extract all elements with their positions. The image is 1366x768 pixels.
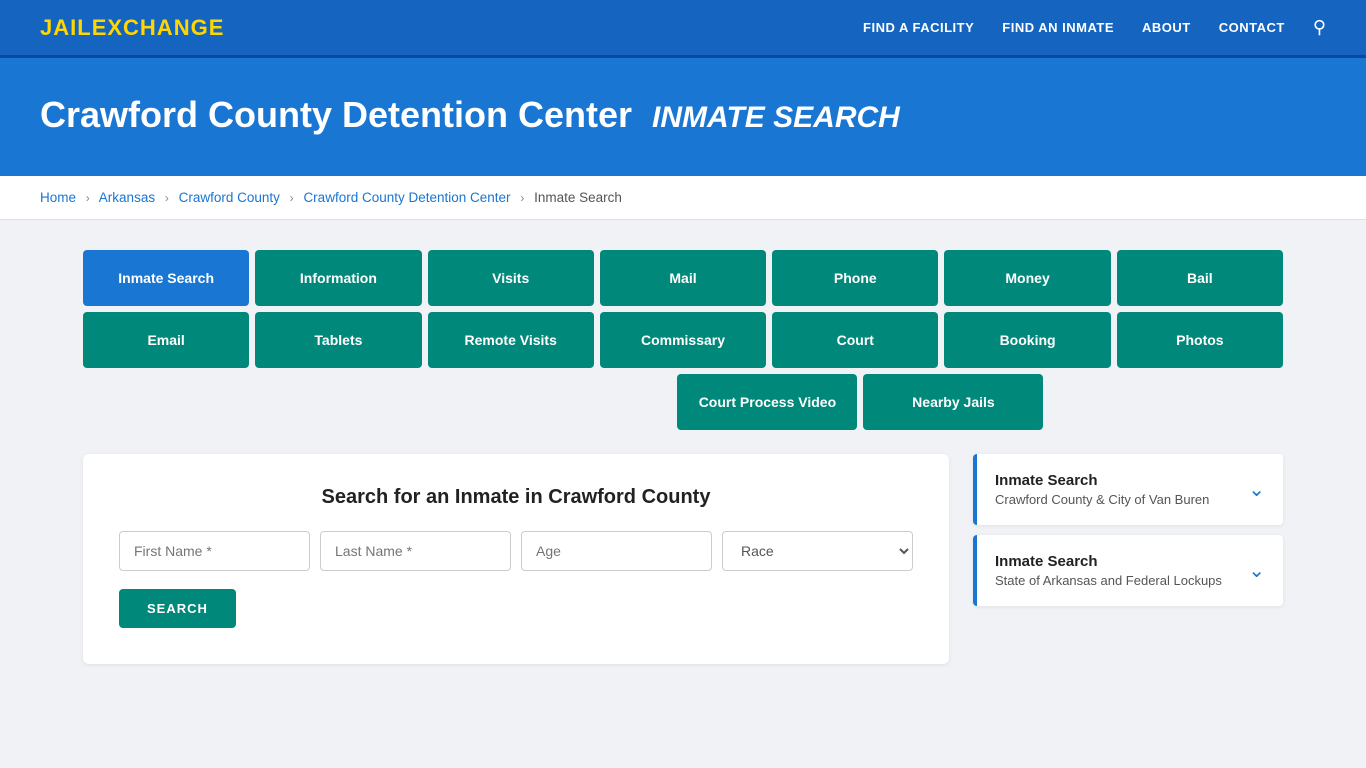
- logo-exchange: EXCHANGE: [92, 15, 225, 40]
- search-button[interactable]: SEARCH: [119, 589, 236, 628]
- chevron-down-icon-1: ⌄: [1248, 477, 1265, 502]
- breadcrumb-arkansas[interactable]: Arkansas: [99, 190, 155, 205]
- btn-court[interactable]: Court: [772, 312, 938, 368]
- sidebar-card-2-title: Inmate Search: [995, 553, 1222, 570]
- sidebar-card-2-header[interactable]: Inmate Search State of Arkansas and Fede…: [977, 535, 1283, 606]
- btn-inmate-search[interactable]: Inmate Search: [83, 250, 249, 306]
- btn-bail[interactable]: Bail: [1117, 250, 1283, 306]
- btn-money[interactable]: Money: [944, 250, 1110, 306]
- sidebar-card-1-text: Inmate Search Crawford County & City of …: [995, 472, 1209, 507]
- nav-buttons-row1: Inmate Search Information Visits Mail Ph…: [83, 250, 1283, 306]
- hero-section: Crawford County Detention Center INMATE …: [0, 58, 1366, 176]
- breadcrumb-home[interactable]: Home: [40, 190, 76, 205]
- nav-find-facility[interactable]: FIND A FACILITY: [863, 20, 974, 35]
- btn-booking[interactable]: Booking: [944, 312, 1110, 368]
- search-icon[interactable]: ⚲: [1313, 17, 1326, 38]
- content-row: Search for an Inmate in Crawford County …: [83, 454, 1283, 664]
- btn-visits[interactable]: Visits: [428, 250, 594, 306]
- nav-find-inmate[interactable]: FIND AN INMATE: [1002, 20, 1114, 35]
- btn-email[interactable]: Email: [83, 312, 249, 368]
- race-select[interactable]: Race: [722, 531, 913, 571]
- logo-jail: JAIL: [40, 15, 92, 40]
- breadcrumb-detention-center[interactable]: Crawford County Detention Center: [303, 190, 510, 205]
- left-column: Search for an Inmate in Crawford County …: [83, 454, 949, 664]
- nav-about[interactable]: ABOUT: [1142, 20, 1191, 35]
- btn-commissary[interactable]: Commissary: [600, 312, 766, 368]
- search-box: Search for an Inmate in Crawford County …: [83, 454, 949, 664]
- btn-tablets[interactable]: Tablets: [255, 312, 421, 368]
- age-input[interactable]: [521, 531, 712, 571]
- btn-remote-visits[interactable]: Remote Visits: [428, 312, 594, 368]
- breadcrumb: Home › Arkansas › Crawford County › Craw…: [0, 176, 1366, 220]
- sidebar-card-1-header[interactable]: Inmate Search Crawford County & City of …: [977, 454, 1283, 525]
- sidebar-card-2-subtitle: State of Arkansas and Federal Lockups: [995, 573, 1222, 588]
- breadcrumb-sep-2: ›: [165, 191, 169, 205]
- chevron-down-icon-2: ⌄: [1248, 558, 1265, 583]
- breadcrumb-current: Inmate Search: [534, 190, 622, 205]
- btn-information[interactable]: Information: [255, 250, 421, 306]
- btn-court-process-video[interactable]: Court Process Video: [677, 374, 857, 430]
- sidebar-card-1-title: Inmate Search: [995, 472, 1209, 489]
- navbar: JAILEXCHANGE FIND A FACILITY FIND AN INM…: [0, 0, 1366, 58]
- sidebar-card-1: Inmate Search Crawford County & City of …: [973, 454, 1283, 525]
- nav-buttons-row3: Court Process Video Nearby Jails: [83, 374, 1283, 430]
- right-column: Inmate Search Crawford County & City of …: [973, 454, 1283, 616]
- sidebar-card-2: Inmate Search State of Arkansas and Fede…: [973, 535, 1283, 606]
- sidebar-card-1-subtitle: Crawford County & City of Van Buren: [995, 492, 1209, 507]
- site-logo[interactable]: JAILEXCHANGE: [40, 15, 224, 41]
- main-wrapper: Inmate Search Information Visits Mail Ph…: [43, 220, 1323, 694]
- nav-buttons-row2: Email Tablets Remote Visits Commissary C…: [83, 312, 1283, 368]
- btn-nearby-jails[interactable]: Nearby Jails: [863, 374, 1043, 430]
- btn-photos[interactable]: Photos: [1117, 312, 1283, 368]
- navbar-links: FIND A FACILITY FIND AN INMATE ABOUT CON…: [863, 17, 1326, 38]
- breadcrumb-sep-3: ›: [290, 191, 294, 205]
- search-title: Search for an Inmate in Crawford County: [119, 486, 913, 509]
- sidebar-card-2-text: Inmate Search State of Arkansas and Fede…: [995, 553, 1222, 588]
- btn-phone[interactable]: Phone: [772, 250, 938, 306]
- last-name-input[interactable]: [320, 531, 511, 571]
- breadcrumb-sep-4: ›: [520, 191, 524, 205]
- nav-contact[interactable]: CONTACT: [1219, 20, 1285, 35]
- breadcrumb-crawford-county[interactable]: Crawford County: [179, 190, 280, 205]
- page-title: Crawford County Detention Center INMATE …: [40, 94, 1326, 136]
- breadcrumb-sep-1: ›: [86, 191, 90, 205]
- first-name-input[interactable]: [119, 531, 310, 571]
- btn-mail[interactable]: Mail: [600, 250, 766, 306]
- search-fields: Race: [119, 531, 913, 571]
